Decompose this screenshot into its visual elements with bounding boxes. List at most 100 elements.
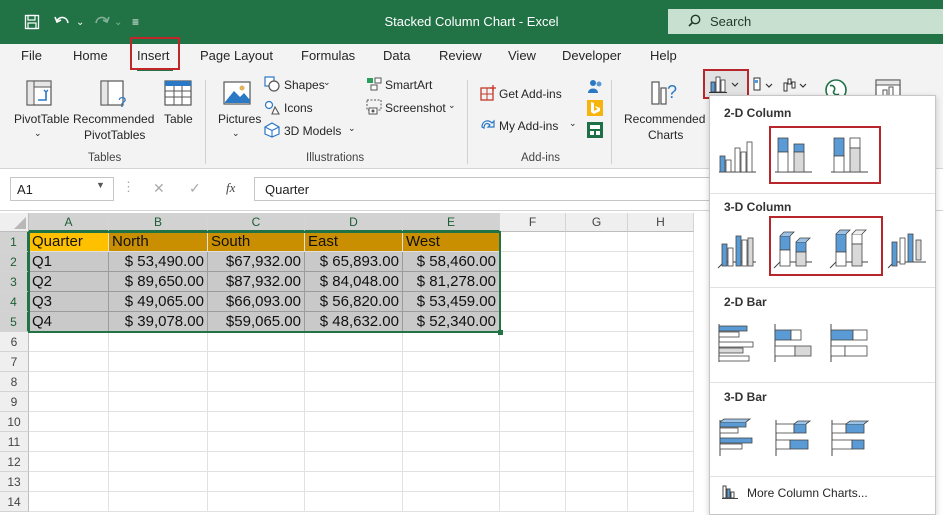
tab-data[interactable]: Data xyxy=(383,48,410,63)
empty-cell[interactable] xyxy=(566,272,628,292)
empty-cell[interactable] xyxy=(208,492,305,512)
empty-cell[interactable] xyxy=(29,432,109,452)
recommended-charts-line1[interactable]: Recommended xyxy=(624,112,705,126)
empty-cell[interactable] xyxy=(566,492,628,512)
data-cell[interactable]: $ 39,078.00 xyxy=(109,312,208,332)
empty-cell[interactable] xyxy=(403,372,500,392)
row-header-10[interactable]: 10 xyxy=(0,412,29,432)
column-header-h[interactable]: H xyxy=(628,213,694,232)
empty-cell[interactable] xyxy=(566,412,628,432)
empty-cell[interactable] xyxy=(628,232,694,252)
shapes-dropdown-icon[interactable]: ⌄ xyxy=(323,77,331,88)
empty-cell[interactable] xyxy=(500,432,566,452)
empty-cell[interactable] xyxy=(403,472,500,492)
empty-cell[interactable] xyxy=(500,412,566,432)
row-header-12[interactable]: 12 xyxy=(0,452,29,472)
visio-icon[interactable] xyxy=(587,122,603,141)
empty-cell[interactable] xyxy=(628,492,694,512)
empty-cell[interactable] xyxy=(566,452,628,472)
pivottable-label[interactable]: PivotTable xyxy=(14,112,69,126)
search-input[interactable]: Search xyxy=(668,9,943,34)
recommended-pivottables-icon[interactable]: ? xyxy=(98,78,130,113)
redo-icon[interactable] xyxy=(92,12,110,32)
my-addins-icon[interactable] xyxy=(480,117,496,136)
empty-cell[interactable] xyxy=(403,392,500,412)
empty-cell[interactable] xyxy=(500,372,566,392)
data-cell[interactable]: $ 58,460.00 xyxy=(403,252,500,272)
empty-cell[interactable] xyxy=(305,452,403,472)
empty-cell[interactable] xyxy=(500,452,566,472)
icons-label[interactable]: Icons xyxy=(284,101,313,115)
my-addins-dropdown-icon[interactable]: ⌄ xyxy=(569,118,577,129)
empty-cell[interactable] xyxy=(109,412,208,432)
empty-cell[interactable] xyxy=(500,272,566,292)
empty-cell[interactable] xyxy=(109,392,208,412)
empty-cell[interactable] xyxy=(628,352,694,372)
tab-file[interactable]: File xyxy=(21,48,42,63)
clustered-column-chart-option[interactable] xyxy=(716,134,758,176)
empty-cell[interactable] xyxy=(403,492,500,512)
data-cell[interactable]: Q2 xyxy=(29,272,109,292)
tab-developer[interactable]: Developer xyxy=(562,48,621,63)
3d-models-label[interactable]: 3D Models xyxy=(284,124,341,138)
pictures-label[interactable]: Pictures xyxy=(218,112,261,126)
empty-cell[interactable] xyxy=(500,232,566,252)
empty-cell[interactable] xyxy=(628,312,694,332)
data-cell[interactable]: $ 81,278.00 xyxy=(403,272,500,292)
empty-cell[interactable] xyxy=(566,432,628,452)
empty-cell[interactable] xyxy=(566,392,628,412)
fill-handle[interactable] xyxy=(498,330,503,335)
name-box-dropdown-icon[interactable]: ▼ xyxy=(96,180,105,190)
get-addins-icon[interactable] xyxy=(480,85,496,104)
empty-cell[interactable] xyxy=(500,392,566,412)
empty-cell[interactable] xyxy=(403,452,500,472)
row-header-9[interactable]: 9 xyxy=(0,392,29,412)
empty-cell[interactable] xyxy=(305,412,403,432)
recommended-pivottables-line2[interactable]: PivotTables xyxy=(84,128,145,142)
data-cell[interactable]: $ 84,048.00 xyxy=(305,272,403,292)
screenshot-icon[interactable] xyxy=(366,99,382,118)
shapes-label[interactable]: Shapes xyxy=(284,78,325,92)
empty-cell[interactable] xyxy=(109,372,208,392)
table-label[interactable]: Table xyxy=(164,112,193,126)
screenshot-label[interactable]: Screenshot xyxy=(385,101,446,115)
row-header-7[interactable]: 7 xyxy=(0,352,29,372)
empty-cell[interactable] xyxy=(109,452,208,472)
row-header-11[interactable]: 11 xyxy=(0,432,29,452)
select-all-corner[interactable] xyxy=(0,213,29,232)
row-header-1[interactable]: 1 xyxy=(0,232,29,252)
empty-cell[interactable] xyxy=(208,392,305,412)
empty-cell[interactable] xyxy=(566,312,628,332)
empty-cell[interactable] xyxy=(29,452,109,472)
empty-cell[interactable] xyxy=(109,352,208,372)
more-column-charts-icon[interactable] xyxy=(722,484,740,503)
tab-help[interactable]: Help xyxy=(650,48,677,63)
redo-dropdown-icon[interactable]: ⌄ xyxy=(114,12,122,32)
smartart-label[interactable]: SmartArt xyxy=(385,78,432,92)
empty-cell[interactable] xyxy=(305,492,403,512)
column-header-f[interactable]: F xyxy=(500,213,566,232)
tab-view[interactable]: View xyxy=(508,48,536,63)
empty-cell[interactable] xyxy=(109,332,208,352)
empty-cell[interactable] xyxy=(500,252,566,272)
3d-clustered-bar-chart-option[interactable] xyxy=(716,416,758,458)
data-cell[interactable]: $ 53,459.00 xyxy=(403,292,500,312)
column-header-b[interactable]: B xyxy=(109,213,208,232)
empty-cell[interactable] xyxy=(500,332,566,352)
formula-input[interactable]: Quarter xyxy=(254,177,714,201)
empty-cell[interactable] xyxy=(628,252,694,272)
recommended-pivottables-line1[interactable]: Recommended xyxy=(73,112,154,126)
insert-function-icon[interactable]: fx xyxy=(226,180,235,196)
row-header-14[interactable]: 14 xyxy=(0,492,29,512)
column-header-e[interactable]: E xyxy=(403,213,500,232)
pivottable-dropdown-icon[interactable]: ⌄ xyxy=(34,128,42,139)
empty-cell[interactable] xyxy=(29,492,109,512)
customize-toolbar-icon[interactable]: ≡ xyxy=(132,12,139,32)
empty-cell[interactable] xyxy=(566,472,628,492)
empty-cell[interactable] xyxy=(403,332,500,352)
cancel-entry-icon[interactable]: ✕ xyxy=(153,180,165,197)
3d-clustered-column-chart-option[interactable] xyxy=(716,228,758,270)
save-icon[interactable] xyxy=(24,12,40,32)
data-cell[interactable]: $ 56,820.00 xyxy=(305,292,403,312)
empty-cell[interactable] xyxy=(29,412,109,432)
